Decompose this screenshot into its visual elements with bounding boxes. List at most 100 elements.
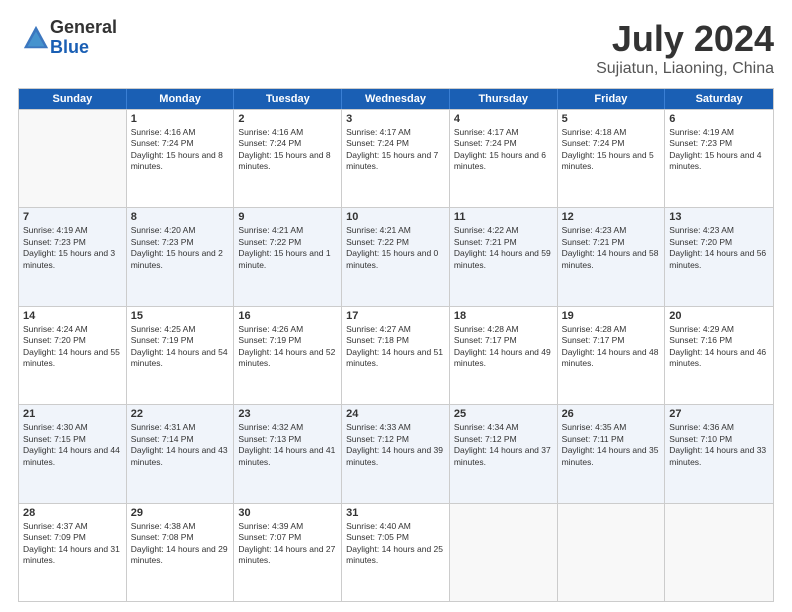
day-number: 29 — [131, 507, 230, 519]
cell-info: Sunrise: 4:33 AMSunset: 7:12 PMDaylight:… — [346, 422, 445, 468]
day-number: 18 — [454, 310, 553, 322]
cal-cell: 8 Sunrise: 4:20 AMSunset: 7:23 PMDaylight… — [127, 208, 235, 305]
cal-cell: 3 Sunrise: 4:17 AMSunset: 7:24 PMDaylight… — [342, 110, 450, 207]
cal-row: 7 Sunrise: 4:19 AMSunset: 7:23 PMDaylight… — [19, 207, 773, 305]
title-block: July 2024 Sujiatun, Liaoning, China — [596, 18, 774, 78]
subtitle: Sujiatun, Liaoning, China — [596, 60, 774, 78]
cal-cell: 25 Sunrise: 4:34 AMSunset: 7:12 PMDayligh… — [450, 405, 558, 502]
cal-header-day: Saturday — [665, 89, 773, 109]
day-number: 7 — [23, 211, 122, 223]
cell-info: Sunrise: 4:30 AMSunset: 7:15 PMDaylight:… — [23, 422, 122, 468]
cell-info: Sunrise: 4:17 AMSunset: 7:24 PMDaylight:… — [346, 127, 445, 173]
day-number: 31 — [346, 507, 445, 519]
day-number: 10 — [346, 211, 445, 223]
day-number: 4 — [454, 113, 553, 125]
cal-cell: 7 Sunrise: 4:19 AMSunset: 7:23 PMDaylight… — [19, 208, 127, 305]
cal-cell — [558, 504, 666, 601]
day-number: 2 — [238, 113, 337, 125]
cal-cell: 18Sunrise: 4:28 AMSunset: 7:17 PMDayligh… — [450, 307, 558, 404]
cal-cell: 6Sunrise: 4:19 AMSunset: 7:23 PMDaylight… — [665, 110, 773, 207]
cell-info: Sunrise: 4:39 AMSunset: 7:07 PMDaylight:… — [238, 521, 337, 567]
cal-cell: 4Sunrise: 4:17 AMSunset: 7:24 PMDaylight… — [450, 110, 558, 207]
cal-cell: 16 Sunrise: 4:26 AMSunset: 7:19 PMDayligh… — [234, 307, 342, 404]
cell-info: Sunrise: 4:28 AMSunset: 7:17 PMDaylight:… — [562, 324, 661, 370]
cal-cell: 23Sunrise: 4:32 AMSunset: 7:13 PMDayligh… — [234, 405, 342, 502]
cal-cell: 15 Sunrise: 4:25 AMSunset: 7:19 PMDayligh… — [127, 307, 235, 404]
logo-blue: Blue — [50, 38, 117, 58]
cell-info: Sunrise: 4:16 AMSunset: 7:24 PMDaylight:… — [131, 127, 230, 173]
calendar-header: SundayMondayTuesdayWednesdayThursdayFrid… — [19, 89, 773, 109]
cell-info: Sunrise: 4:22 AMSunset: 7:21 PMDaylight:… — [454, 225, 553, 271]
cal-row: 28Sunrise: 4:37 AMSunset: 7:09 PMDayligh… — [19, 503, 773, 601]
cell-info: Sunrise: 4:21 AMSunset: 7:22 PMDaylight:… — [238, 225, 337, 271]
cal-cell: 5Sunrise: 4:18 AMSunset: 7:24 PMDaylight… — [558, 110, 666, 207]
cal-cell — [19, 110, 127, 207]
cal-header-day: Thursday — [450, 89, 558, 109]
day-number: 16 — [238, 310, 337, 322]
day-number: 14 — [23, 310, 122, 322]
cal-cell: 19 Sunrise: 4:28 AMSunset: 7:17 PMDayligh… — [558, 307, 666, 404]
cell-info: Sunrise: 4:25 AMSunset: 7:19 PMDaylight:… — [131, 324, 230, 370]
cal-header-day: Sunday — [19, 89, 127, 109]
cal-cell: 20 Sunrise: 4:29 AMSunset: 7:16 PMDayligh… — [665, 307, 773, 404]
cal-cell: 22Sunrise: 4:31 AMSunset: 7:14 PMDayligh… — [127, 405, 235, 502]
cell-info: Sunrise: 4:21 AMSunset: 7:22 PMDaylight:… — [346, 225, 445, 271]
header: General Blue July 2024 Sujiatun, Liaonin… — [18, 18, 774, 78]
cal-header-day: Monday — [127, 89, 235, 109]
cell-info: Sunrise: 4:31 AMSunset: 7:14 PMDaylight:… — [131, 422, 230, 468]
cell-info: Sunrise: 4:36 AMSunset: 7:10 PMDaylight:… — [669, 422, 769, 468]
cal-row: 21 Sunrise: 4:30 AMSunset: 7:15 PMDayligh… — [19, 404, 773, 502]
cal-header-day: Tuesday — [234, 89, 342, 109]
cell-info: Sunrise: 4:23 AMSunset: 7:20 PMDaylight:… — [669, 225, 769, 271]
cell-info: Sunrise: 4:32 AMSunset: 7:13 PMDaylight:… — [238, 422, 337, 468]
cell-info: Sunrise: 4:37 AMSunset: 7:09 PMDaylight:… — [23, 521, 122, 567]
cell-info: Sunrise: 4:19 AMSunset: 7:23 PMDaylight:… — [23, 225, 122, 271]
day-number: 21 — [23, 408, 122, 420]
cal-cell: 9Sunrise: 4:21 AMSunset: 7:22 PMDaylight… — [234, 208, 342, 305]
cal-cell: 10 Sunrise: 4:21 AMSunset: 7:22 PMDayligh… — [342, 208, 450, 305]
cal-cell: 11 Sunrise: 4:22 AMSunset: 7:21 PMDayligh… — [450, 208, 558, 305]
day-number: 19 — [562, 310, 661, 322]
day-number: 25 — [454, 408, 553, 420]
page: General Blue July 2024 Sujiatun, Liaonin… — [0, 0, 792, 612]
cal-cell: 1 Sunrise: 4:16 AMSunset: 7:24 PMDaylight… — [127, 110, 235, 207]
cal-cell — [665, 504, 773, 601]
logo-text: General Blue — [50, 18, 117, 58]
cal-cell: 28Sunrise: 4:37 AMSunset: 7:09 PMDayligh… — [19, 504, 127, 601]
cell-info: Sunrise: 4:34 AMSunset: 7:12 PMDaylight:… — [454, 422, 553, 468]
day-number: 11 — [454, 211, 553, 223]
day-number: 8 — [131, 211, 230, 223]
day-number: 1 — [131, 113, 230, 125]
cal-cell: 17Sunrise: 4:27 AMSunset: 7:18 PMDayligh… — [342, 307, 450, 404]
cell-info: Sunrise: 4:27 AMSunset: 7:18 PMDaylight:… — [346, 324, 445, 370]
cell-info: Sunrise: 4:29 AMSunset: 7:16 PMDaylight:… — [669, 324, 769, 370]
logo-icon — [22, 24, 50, 52]
logo-general: General — [50, 18, 117, 38]
cell-info: Sunrise: 4:23 AMSunset: 7:21 PMDaylight:… — [562, 225, 661, 271]
cal-cell: 14 Sunrise: 4:24 AMSunset: 7:20 PMDayligh… — [19, 307, 127, 404]
day-number: 15 — [131, 310, 230, 322]
cal-row: 1 Sunrise: 4:16 AMSunset: 7:24 PMDaylight… — [19, 109, 773, 207]
cell-info: Sunrise: 4:18 AMSunset: 7:24 PMDaylight:… — [562, 127, 661, 173]
cell-info: Sunrise: 4:24 AMSunset: 7:20 PMDaylight:… — [23, 324, 122, 370]
day-number: 20 — [669, 310, 769, 322]
cal-cell: 31 Sunrise: 4:40 AMSunset: 7:05 PMDayligh… — [342, 504, 450, 601]
day-number: 30 — [238, 507, 337, 519]
day-number: 24 — [346, 408, 445, 420]
cal-cell: 2 Sunrise: 4:16 AMSunset: 7:24 PMDaylight… — [234, 110, 342, 207]
cell-info: Sunrise: 4:26 AMSunset: 7:19 PMDaylight:… — [238, 324, 337, 370]
cal-cell: 12Sunrise: 4:23 AMSunset: 7:21 PMDayligh… — [558, 208, 666, 305]
day-number: 26 — [562, 408, 661, 420]
cell-info: Sunrise: 4:38 AMSunset: 7:08 PMDaylight:… — [131, 521, 230, 567]
cal-cell — [450, 504, 558, 601]
logo: General Blue — [18, 18, 117, 58]
main-title: July 2024 — [596, 18, 774, 60]
cell-info: Sunrise: 4:40 AMSunset: 7:05 PMDaylight:… — [346, 521, 445, 567]
cell-info: Sunrise: 4:35 AMSunset: 7:11 PMDaylight:… — [562, 422, 661, 468]
cell-info: Sunrise: 4:16 AMSunset: 7:24 PMDaylight:… — [238, 127, 337, 173]
cal-cell: 29 Sunrise: 4:38 AMSunset: 7:08 PMDayligh… — [127, 504, 235, 601]
day-number: 3 — [346, 113, 445, 125]
cal-cell: 21 Sunrise: 4:30 AMSunset: 7:15 PMDayligh… — [19, 405, 127, 502]
calendar-body: 1 Sunrise: 4:16 AMSunset: 7:24 PMDaylight… — [19, 109, 773, 601]
cell-info: Sunrise: 4:20 AMSunset: 7:23 PMDaylight:… — [131, 225, 230, 271]
